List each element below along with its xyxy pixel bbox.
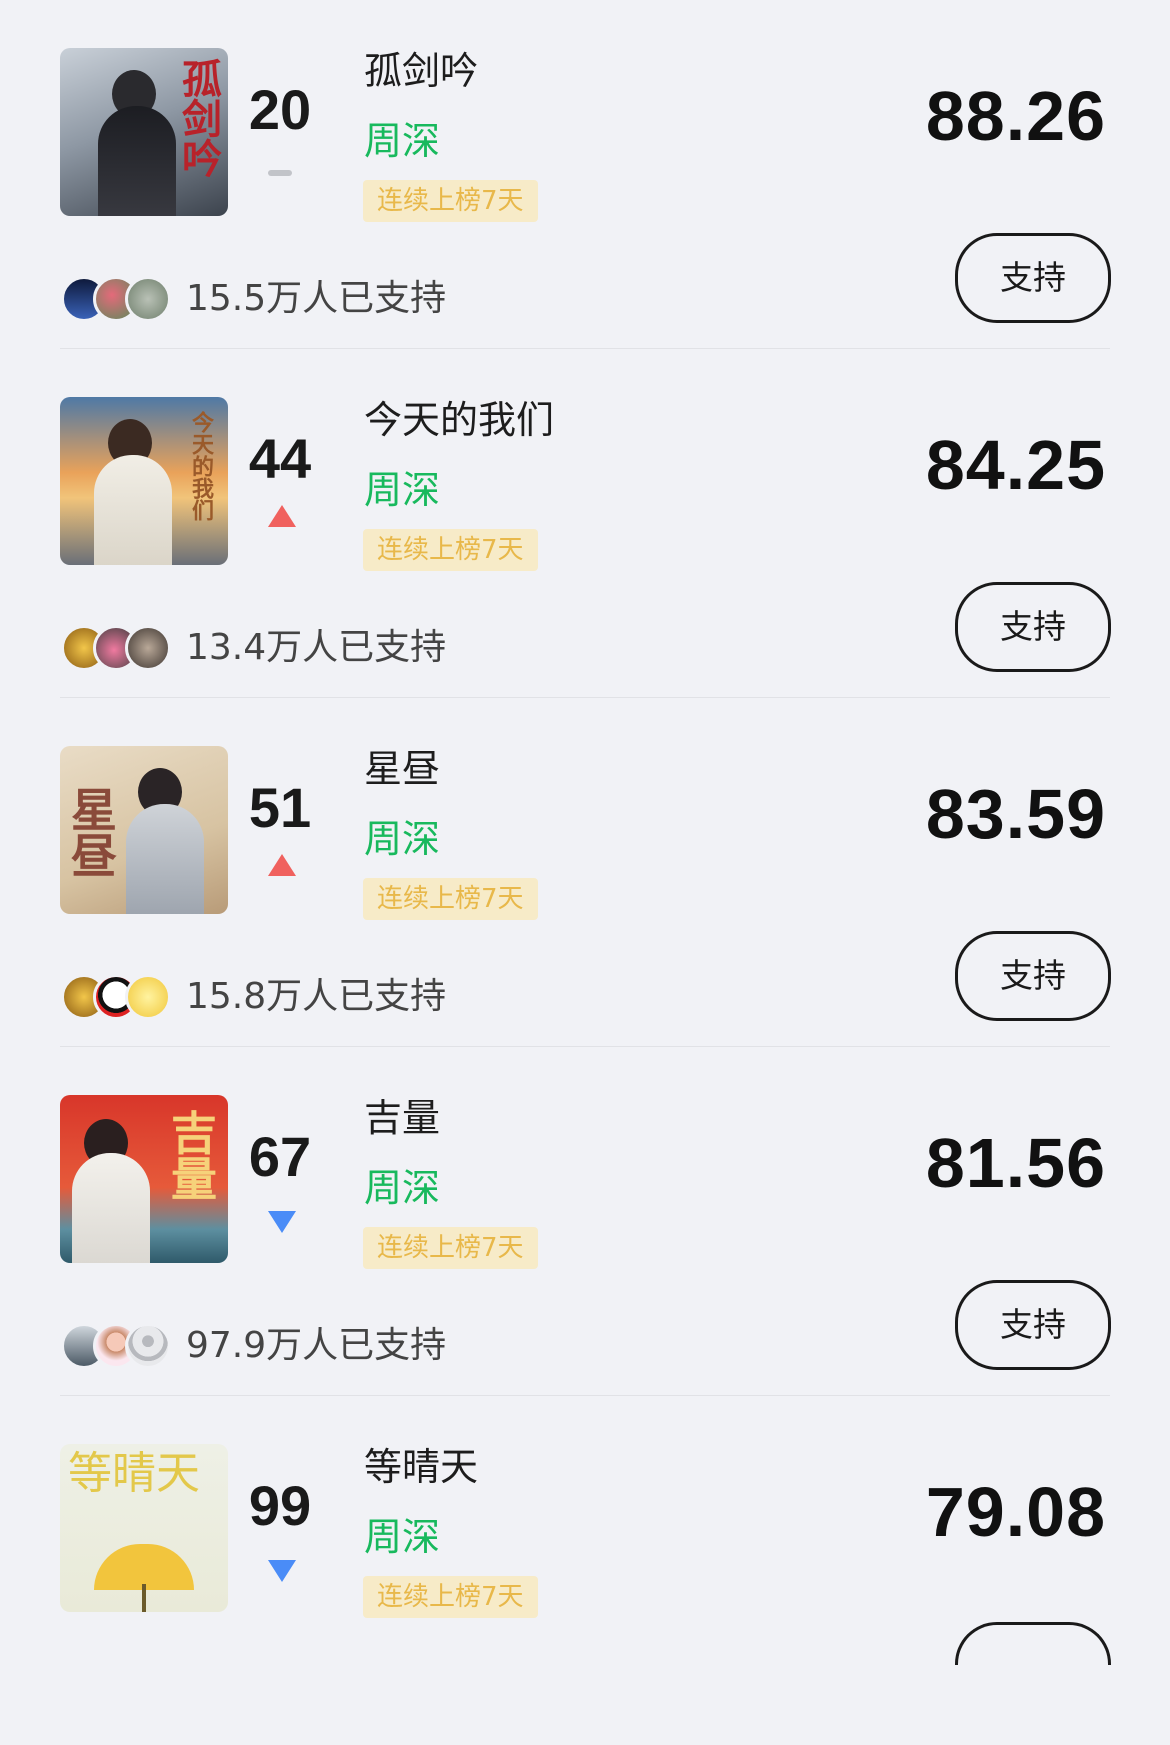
rank-number: 99 bbox=[248, 1474, 312, 1537]
list-item[interactable]: 孤剑吟 20 孤剑吟 周深 连续上榜7天 88.26 15.5万人已支持 支持 bbox=[0, 0, 1170, 349]
cover-title-art: 今天的我们 bbox=[188, 411, 214, 521]
cover-title-art: 孤剑吟 bbox=[175, 58, 222, 178]
rank-number: 44 bbox=[248, 427, 312, 490]
avatar bbox=[125, 276, 171, 322]
umbrella-handle bbox=[142, 1584, 146, 1612]
score-value: 84.25 bbox=[925, 426, 1106, 504]
song-title[interactable]: 星昼 bbox=[364, 746, 440, 792]
song-title[interactable]: 今天的我们 bbox=[364, 397, 554, 443]
song-title[interactable]: 吉量 bbox=[364, 1095, 440, 1141]
supporter-avatars bbox=[61, 1323, 173, 1369]
cover-title-art: 等晴天 bbox=[68, 1448, 200, 1499]
list-item[interactable]: 吉量 67 吉量 周深 连续上榜7天 81.56 97.9万人已支持 支持 bbox=[0, 1047, 1170, 1396]
score-value: 88.26 bbox=[925, 77, 1106, 155]
trend-down-icon bbox=[268, 1211, 296, 1233]
artist-name[interactable]: 周深 bbox=[364, 118, 440, 164]
song-title[interactable]: 等晴天 bbox=[364, 1444, 478, 1490]
streak-badge: 连续上榜7天 bbox=[363, 878, 538, 920]
list-item[interactable]: 等晴天 99 等晴天 周深 连续上榜7天 79.08 bbox=[0, 1396, 1170, 1745]
rank-number: 67 bbox=[248, 1125, 312, 1188]
supporter-avatars bbox=[61, 276, 173, 322]
support-button[interactable]: 支持 bbox=[955, 931, 1111, 1021]
album-cover[interactable]: 星昼 bbox=[60, 746, 228, 914]
cover-title-art: 吉量 bbox=[164, 1109, 218, 1201]
rank-number: 51 bbox=[248, 776, 312, 839]
support-button[interactable] bbox=[955, 1622, 1111, 1665]
default-avatar-icon bbox=[125, 1323, 171, 1369]
streak-badge: 连续上榜7天 bbox=[363, 529, 538, 571]
streak-badge: 连续上榜7天 bbox=[363, 1227, 538, 1269]
list-item[interactable]: 今天的我们 44 今天的我们 周深 连续上榜7天 84.25 13.4万人已支持… bbox=[0, 349, 1170, 698]
score-value: 81.56 bbox=[925, 1124, 1106, 1202]
supporter-avatars bbox=[61, 974, 173, 1020]
trend-down-icon bbox=[268, 1560, 296, 1582]
supporter-count: 13.4万人已支持 bbox=[186, 627, 447, 668]
score-value: 83.59 bbox=[925, 775, 1106, 853]
artist-name[interactable]: 周深 bbox=[364, 816, 440, 862]
support-button[interactable]: 支持 bbox=[955, 1280, 1111, 1370]
supporter-count: 15.8万人已支持 bbox=[186, 976, 447, 1017]
artist-name[interactable]: 周深 bbox=[364, 1514, 440, 1560]
artist-name[interactable]: 周深 bbox=[364, 467, 440, 513]
support-button[interactable]: 支持 bbox=[955, 582, 1111, 672]
song-title[interactable]: 孤剑吟 bbox=[364, 48, 478, 94]
streak-badge: 连续上榜7天 bbox=[363, 1576, 538, 1618]
avatar bbox=[125, 625, 171, 671]
album-cover[interactable]: 今天的我们 bbox=[60, 397, 228, 565]
supporter-count: 15.5万人已支持 bbox=[186, 278, 447, 319]
supporter-avatars bbox=[61, 625, 173, 671]
trend-up-icon bbox=[268, 854, 296, 876]
trend-up-icon bbox=[268, 505, 296, 527]
cover-title-art: 星昼 bbox=[64, 786, 118, 878]
avatar bbox=[125, 974, 171, 1020]
ranking-list: 孤剑吟 20 孤剑吟 周深 连续上榜7天 88.26 15.5万人已支持 支持 … bbox=[0, 0, 1170, 1665]
artist-name[interactable]: 周深 bbox=[364, 1165, 440, 1211]
supporter-count: 97.9万人已支持 bbox=[186, 1325, 447, 1366]
trend-flat-icon bbox=[268, 164, 292, 180]
score-value: 79.08 bbox=[925, 1473, 1106, 1551]
album-cover[interactable]: 吉量 bbox=[60, 1095, 228, 1263]
album-cover[interactable]: 等晴天 bbox=[60, 1444, 228, 1612]
rank-number: 20 bbox=[248, 78, 312, 141]
album-cover[interactable]: 孤剑吟 bbox=[60, 48, 228, 216]
list-item[interactable]: 星昼 51 星昼 周深 连续上榜7天 83.59 15.8万人已支持 支持 bbox=[0, 698, 1170, 1047]
streak-badge: 连续上榜7天 bbox=[363, 180, 538, 222]
support-button[interactable]: 支持 bbox=[955, 233, 1111, 323]
